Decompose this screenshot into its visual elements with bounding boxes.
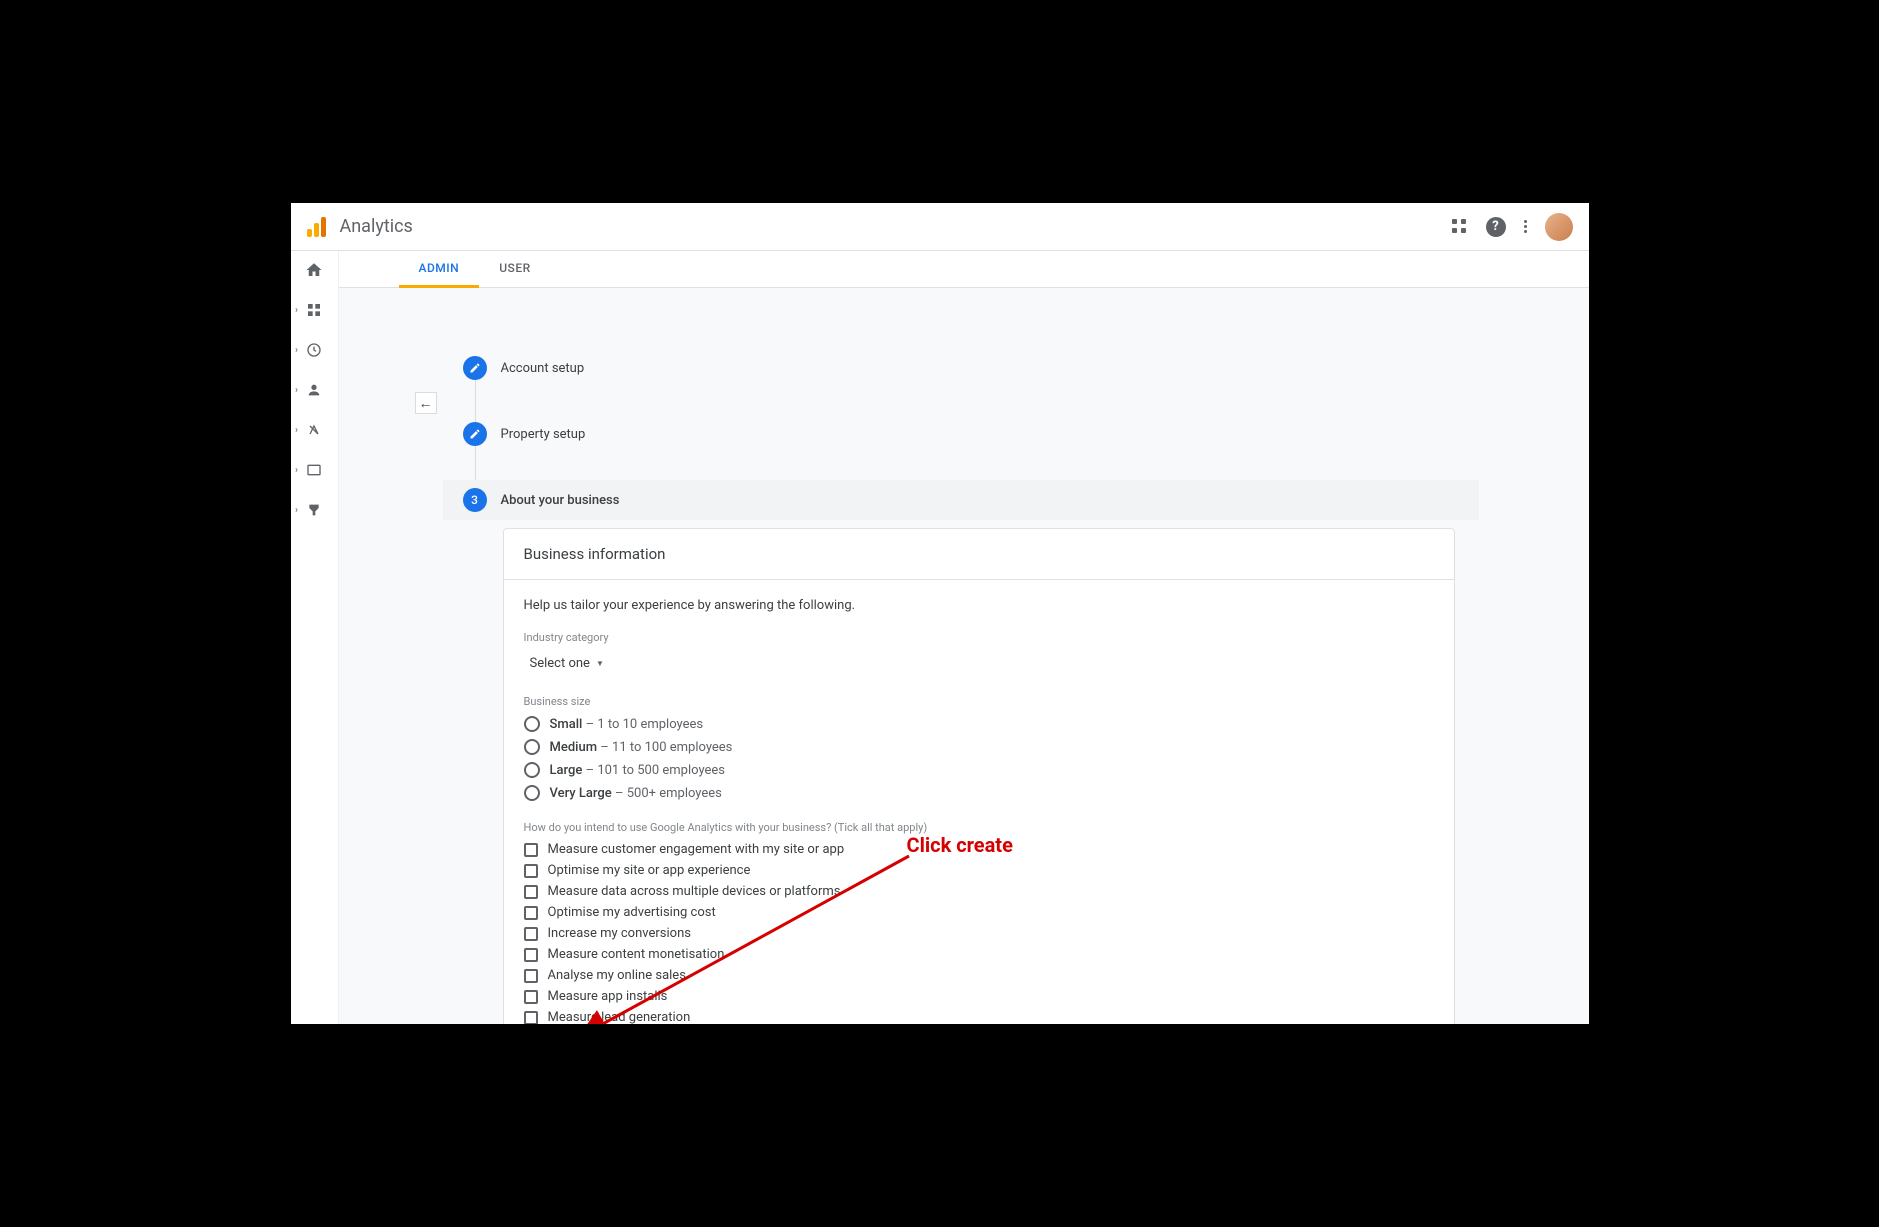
step-business[interactable]: 3 About your business — [443, 480, 1479, 520]
sidebar-home-icon[interactable] — [305, 261, 323, 279]
apps-icon[interactable] — [1452, 219, 1468, 235]
radio-label: Very Large – 500+ employees — [550, 786, 722, 801]
sidebar-audience-icon[interactable] — [305, 381, 323, 399]
sidebar-realtime-icon[interactable] — [305, 341, 323, 359]
sidebar-dashboard-icon[interactable] — [305, 301, 323, 319]
step-account-label: Account setup — [501, 361, 585, 376]
step-property-label: Property setup — [501, 427, 586, 442]
size-radio-0[interactable]: Small – 1 to 10 employees — [524, 716, 1434, 732]
sidebar-behaviour-icon[interactable] — [305, 461, 323, 479]
admin-tabs: ADMIN USER — [339, 251, 1589, 288]
checkbox-icon — [524, 906, 538, 920]
sidebar-acquisition-icon[interactable] — [305, 421, 323, 439]
checkbox-icon — [524, 969, 538, 983]
radio-icon — [524, 716, 540, 732]
size-radio-2[interactable]: Large – 101 to 500 employees — [524, 762, 1434, 778]
back-button[interactable]: ← — [415, 392, 437, 414]
sidebar-conversions-icon[interactable] — [305, 501, 323, 519]
radio-label: Medium – 11 to 100 employees — [550, 740, 733, 755]
more-vert-icon[interactable] — [1524, 220, 1527, 233]
edit-icon — [463, 356, 487, 380]
industry-label: Industry category — [524, 631, 1434, 644]
card-title: Business information — [504, 529, 1454, 580]
checkbox-icon — [524, 885, 538, 899]
step-business-label: About your business — [501, 493, 620, 508]
radio-label: Small – 1 to 10 employees — [550, 717, 704, 732]
checkbox-icon — [524, 843, 538, 857]
help-text: Help us tailor your experience by answer… — [524, 598, 1434, 613]
tab-user[interactable]: USER — [479, 251, 550, 287]
step-account[interactable]: Account setup — [463, 348, 1499, 388]
intent-label: How do you intend to use Google Analytic… — [524, 821, 1434, 834]
checkbox-icon — [524, 948, 538, 962]
industry-dropdown[interactable]: Select one — [522, 652, 612, 675]
radio-icon — [524, 739, 540, 755]
step-number-badge: 3 — [463, 488, 487, 512]
edit-icon — [463, 422, 487, 446]
radio-label: Large – 101 to 500 employees — [550, 763, 726, 778]
checkbox-icon — [524, 1011, 538, 1025]
checkbox-icon — [524, 990, 538, 1004]
annotation-arrow — [569, 846, 929, 1024]
checkbox-icon — [524, 864, 538, 878]
checkbox-icon — [524, 927, 538, 941]
radio-icon — [524, 762, 540, 778]
topbar: Analytics ? — [291, 203, 1589, 251]
avatar[interactable] — [1545, 213, 1573, 241]
help-icon[interactable]: ? — [1486, 217, 1506, 237]
analytics-logo-icon — [307, 217, 326, 237]
industry-value: Select one — [530, 656, 590, 671]
size-radio-1[interactable]: Medium – 11 to 100 employees — [524, 739, 1434, 755]
size-label: Business size — [524, 695, 1434, 708]
app-title: Analytics — [340, 216, 413, 237]
step-property[interactable]: Property setup — [463, 414, 1499, 454]
radio-icon — [524, 785, 540, 801]
size-radio-group: Small – 1 to 10 employees Medium – 11 to … — [524, 716, 1434, 801]
logo[interactable]: Analytics — [307, 216, 413, 237]
tab-admin[interactable]: ADMIN — [399, 251, 480, 288]
size-radio-3[interactable]: Very Large – 500+ employees — [524, 785, 1434, 801]
left-sidebar — [291, 251, 339, 1024]
